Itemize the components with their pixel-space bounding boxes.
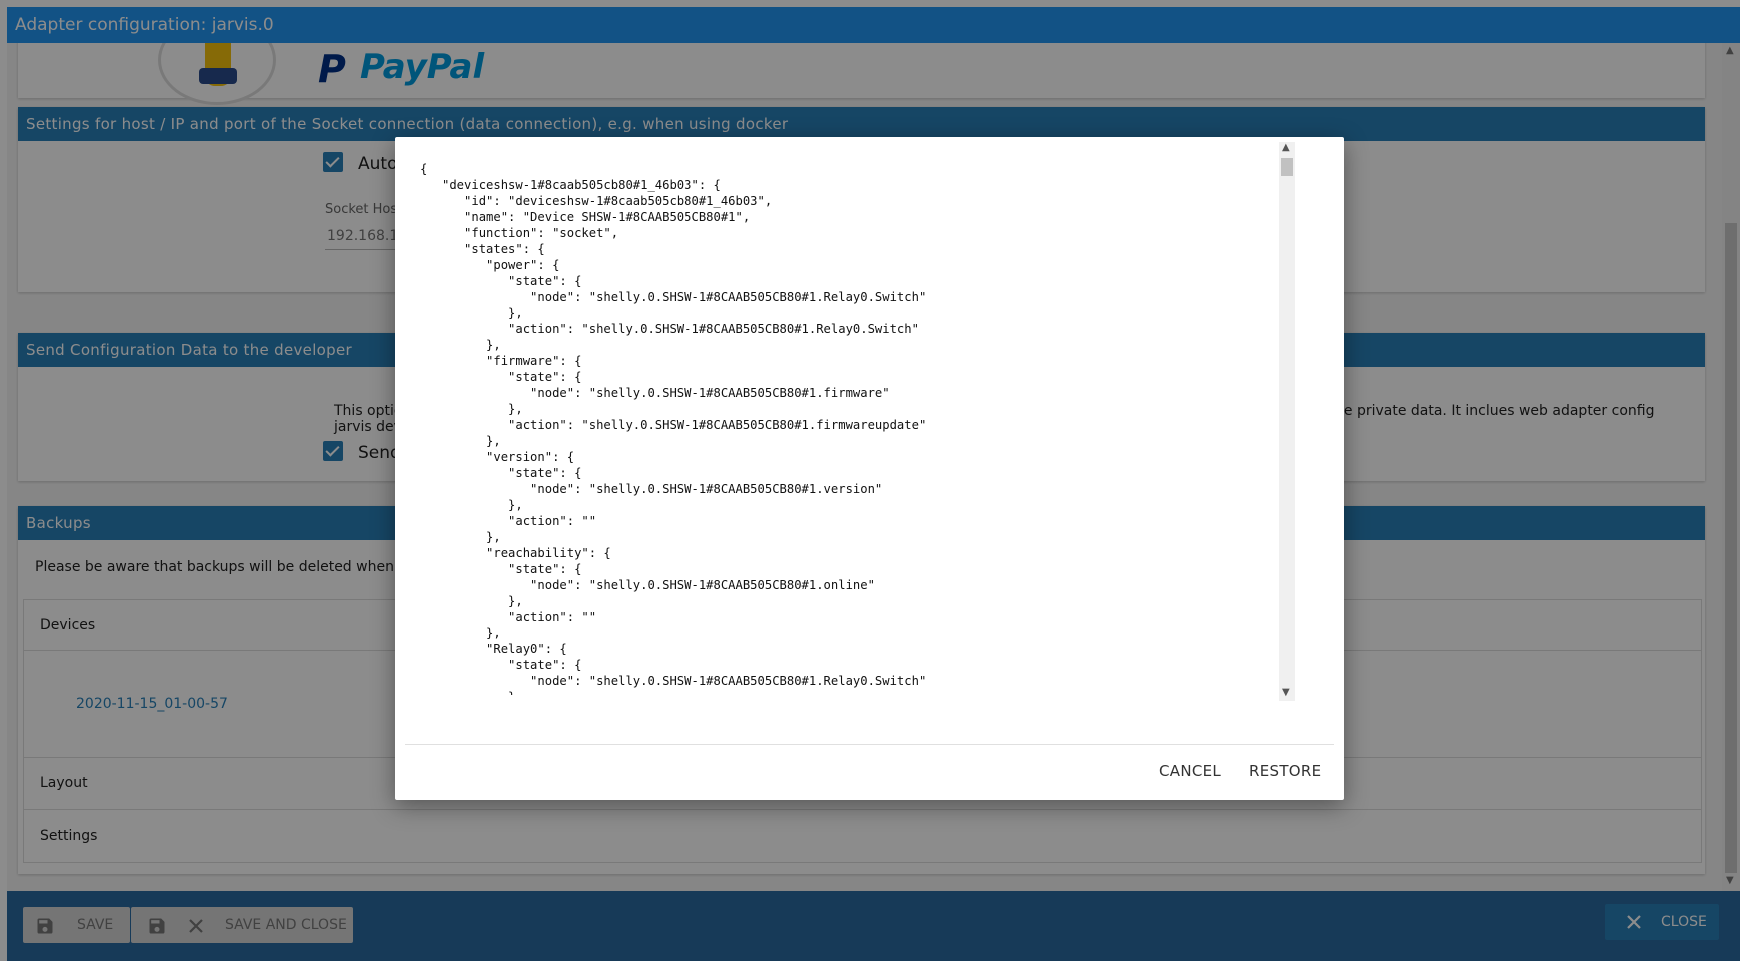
json-line: "function": "socket", bbox=[420, 226, 619, 240]
json-line: "state": { bbox=[420, 562, 582, 576]
json-line: "node": "shelly.0.SHSW-1#8CAAB505CB80#1.… bbox=[420, 578, 875, 592]
json-line: "node": "shelly.0.SHSW-1#8CAAB505CB80#1.… bbox=[420, 674, 927, 688]
json-line: "firmware": { bbox=[420, 354, 582, 368]
json-scroll-up-icon[interactable]: ▲ bbox=[1282, 142, 1290, 153]
json-line: "node": "shelly.0.SHSW-1#8CAAB505CB80#1.… bbox=[420, 386, 890, 400]
restore-button[interactable]: RESTORE bbox=[1249, 762, 1321, 780]
json-line: "state": { bbox=[420, 274, 582, 288]
json-line: { bbox=[420, 162, 428, 176]
json-line: "version": { bbox=[420, 450, 575, 464]
json-line: "action": "shelly.0.SHSW-1#8CAAB505CB80#… bbox=[420, 322, 919, 336]
json-line: "Relay0": { bbox=[420, 642, 567, 656]
json-line: "action": "" bbox=[420, 514, 597, 528]
restore-dialog: { "deviceshsw-1#8caab505cb80#1_46b03": {… bbox=[395, 137, 1344, 800]
json-line: "id": "deviceshsw-1#8caab505cb80#1_46b03… bbox=[420, 194, 773, 208]
json-line: }, bbox=[420, 626, 501, 640]
json-line: "action": "" bbox=[420, 610, 597, 624]
json-line: }, bbox=[420, 306, 523, 320]
json-line: "name": "Device SHSW-1#8CAAB505CB80#1", bbox=[420, 210, 751, 224]
json-line: }, bbox=[420, 338, 501, 352]
json-line: }, bbox=[420, 434, 501, 448]
json-line: }, bbox=[420, 530, 501, 544]
json-line: "reachability": { bbox=[420, 546, 611, 560]
json-line: "state": { bbox=[420, 370, 582, 384]
cancel-button[interactable]: CANCEL bbox=[1159, 762, 1221, 780]
json-line: }, bbox=[420, 402, 523, 416]
json-line: "state": { bbox=[420, 466, 582, 480]
json-line: "state": { bbox=[420, 658, 582, 672]
json-line: "action": "shelly.0.SHSW-1#8CAAB505CB80#… bbox=[420, 418, 927, 432]
json-preview: { "deviceshsw-1#8caab505cb80#1_46b03": {… bbox=[420, 161, 1273, 695]
json-line: }, bbox=[420, 594, 523, 608]
json-line: "deviceshsw-1#8caab505cb80#1_46b03": { bbox=[420, 178, 721, 192]
json-line: }, bbox=[420, 689, 1273, 695]
json-line: "states": { bbox=[420, 242, 545, 256]
json-line: "node": "shelly.0.SHSW-1#8CAAB505CB80#1.… bbox=[420, 290, 927, 304]
json-preview-scrollbar[interactable]: ▲ ▼ bbox=[1279, 142, 1295, 701]
dialog-divider bbox=[405, 744, 1334, 745]
json-line: "power": { bbox=[420, 258, 560, 272]
json-scroll-down-icon[interactable]: ▼ bbox=[1282, 687, 1290, 698]
json-scroll-thumb[interactable] bbox=[1281, 158, 1293, 176]
json-line: }, bbox=[420, 498, 523, 512]
json-line: "node": "shelly.0.SHSW-1#8CAAB505CB80#1.… bbox=[420, 482, 883, 496]
